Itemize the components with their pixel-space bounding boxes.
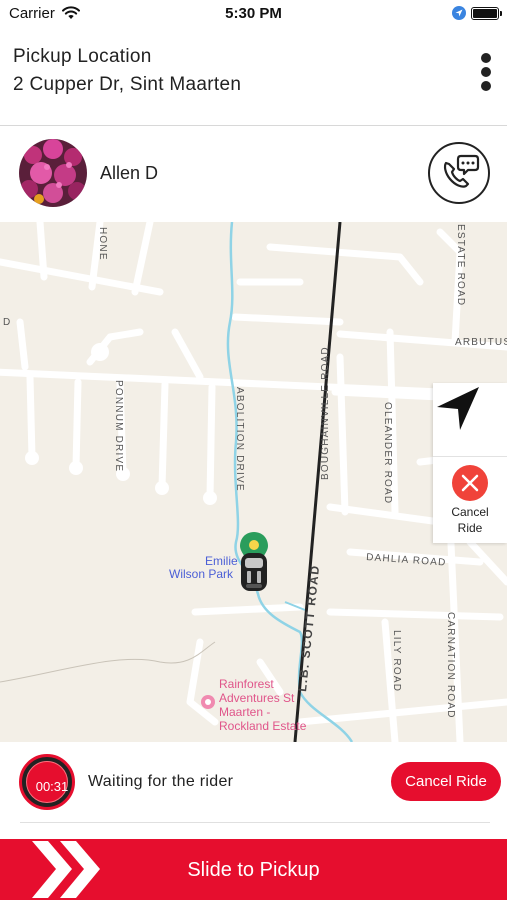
road-label-lb-scott-road: L.B. SCOTT ROAD xyxy=(295,564,322,693)
close-icon xyxy=(452,465,488,501)
road-label-oleander-road: OLEANDER ROAD xyxy=(382,402,393,504)
place-label-wilson-park: Wilson Park xyxy=(169,567,234,581)
place-label-rockland: Rockland Estate xyxy=(219,719,307,733)
avatar xyxy=(19,139,87,207)
pickup-address: 2 Cupper Dr, Sint Maarten xyxy=(13,74,242,95)
place-label-rainforest: Rainforest xyxy=(219,677,274,691)
road-label-arbutus: ARBUTUS xyxy=(455,337,507,348)
road-label-hone: HONE xyxy=(97,227,108,261)
battery-icon xyxy=(471,7,502,20)
slide-to-pickup[interactable]: Slide to Pickup xyxy=(0,839,507,900)
pickup-header: Pickup Location 2 Cupper Dr, Sint Maarte… xyxy=(0,28,507,126)
road-label-abolition-drive: ABOLITION DRIVE xyxy=(234,387,245,492)
place-label-maarten: Maarten - xyxy=(219,705,270,719)
pin-icon xyxy=(201,695,215,709)
road-label-d: D xyxy=(3,317,11,328)
rider-row: Allen D xyxy=(0,127,507,222)
map-cancel-ride-button[interactable]: Cancel Ride xyxy=(433,459,507,543)
car-marker-icon[interactable] xyxy=(240,532,268,591)
waiting-status-text: Waiting for the rider xyxy=(88,773,234,790)
map-cancel-ride-label: Cancel Ride xyxy=(451,505,489,535)
rider-name: Allen D xyxy=(100,163,159,183)
road-label-ponnum-drive: PONNUM DRIVE xyxy=(113,380,124,472)
road-label-lily-road: LILY ROAD xyxy=(391,630,402,692)
more-vertical-icon[interactable] xyxy=(474,50,498,94)
cancel-ride-button[interactable]: Cancel Ride xyxy=(391,762,501,801)
divider xyxy=(20,822,490,823)
map-side-panel: Cancel Ride xyxy=(433,383,507,543)
place-label-emilie: Emilie xyxy=(205,554,238,568)
countdown-timer: 00:31 xyxy=(19,754,75,810)
status-time: 5:30 PM xyxy=(225,5,282,22)
slide-label: Slide to Pickup xyxy=(187,859,320,881)
location-arrow-icon xyxy=(452,6,466,20)
road-label-carnation-road: CARNATION ROAD xyxy=(445,612,456,719)
place-label-adventures: Adventures St xyxy=(219,691,295,705)
road-label-boughainville-road: BOUGHAINVILLE ROAD xyxy=(320,346,331,480)
map[interactable]: HONE ESTATE ROAD D ARBUTUS PONNUM DRIVE … xyxy=(0,222,507,742)
waiting-row: 00:31 Waiting for the rider Cancel Ride xyxy=(0,742,507,839)
road-label-dahlia-road: DAHLIA ROAD xyxy=(366,552,447,569)
navigation-arrow-icon[interactable] xyxy=(433,383,507,457)
pickup-title: Pickup Location xyxy=(13,46,152,67)
status-bar: Carrier 5:30 PM xyxy=(0,0,507,28)
phone-chat-icon[interactable] xyxy=(428,142,490,204)
road-label-estate-road: ESTATE ROAD xyxy=(455,224,466,306)
timer-text: 00:31 xyxy=(35,779,69,794)
